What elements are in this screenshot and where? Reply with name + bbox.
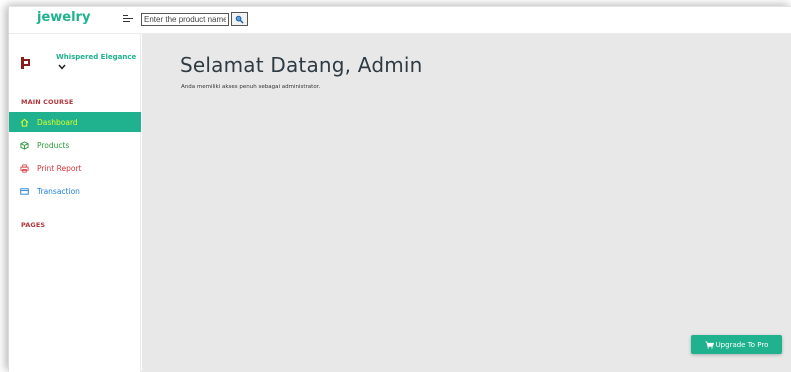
- sidebar-item-print-report[interactable]: Print Report: [9, 158, 141, 178]
- section-label-main-course: MAIN COURSE: [21, 98, 74, 106]
- box-icon: [20, 140, 29, 150]
- sidebar-item-transaction[interactable]: Transaction: [9, 181, 141, 201]
- page-subtitle: Anda memiliki akses penuh sebagai admini…: [181, 84, 321, 90]
- search-input[interactable]: [141, 13, 229, 26]
- top-bar: jewelry: [9, 7, 791, 34]
- sidebar-item-label: Print Report: [37, 163, 82, 173]
- sidebar-item-label: Products: [37, 140, 70, 150]
- home-icon: [20, 118, 29, 127]
- upgrade-button[interactable]: Upgrade To Pro: [691, 335, 782, 354]
- profile-switcher[interactable]: Whispered Elegance: [9, 44, 141, 84]
- card-icon: [20, 187, 29, 196]
- sidebar-item-products[interactable]: Products: [9, 135, 141, 155]
- printer-icon: [20, 163, 29, 173]
- app-window: jewelry Whispered Elegance: [8, 6, 791, 372]
- store-logo-icon: [21, 57, 30, 69]
- upgrade-label: Upgrade To Pro: [715, 340, 769, 349]
- search-button[interactable]: [231, 12, 248, 26]
- chevron-down-icon[interactable]: [58, 64, 66, 70]
- brand-logo[interactable]: jewelry: [37, 10, 90, 25]
- sidebar-item-dashboard[interactable]: Dashboard: [9, 112, 141, 132]
- menu-toggle-icon[interactable]: [123, 14, 133, 24]
- profile-name: Whispered Elegance: [56, 53, 137, 61]
- sidebar-item-label: Dashboard: [37, 117, 78, 127]
- main-content: Selamat Datang, Admin Anda memiliki akse…: [142, 34, 791, 372]
- search-icon: [235, 15, 244, 24]
- sidebar: Whispered Elegance MAIN COURSE Dashboard…: [9, 34, 141, 372]
- section-label-pages: PAGES: [21, 221, 46, 229]
- page-title: Selamat Datang, Admin: [180, 53, 423, 77]
- sidebar-item-label: Transaction: [37, 186, 80, 196]
- cart-icon: [705, 341, 714, 349]
